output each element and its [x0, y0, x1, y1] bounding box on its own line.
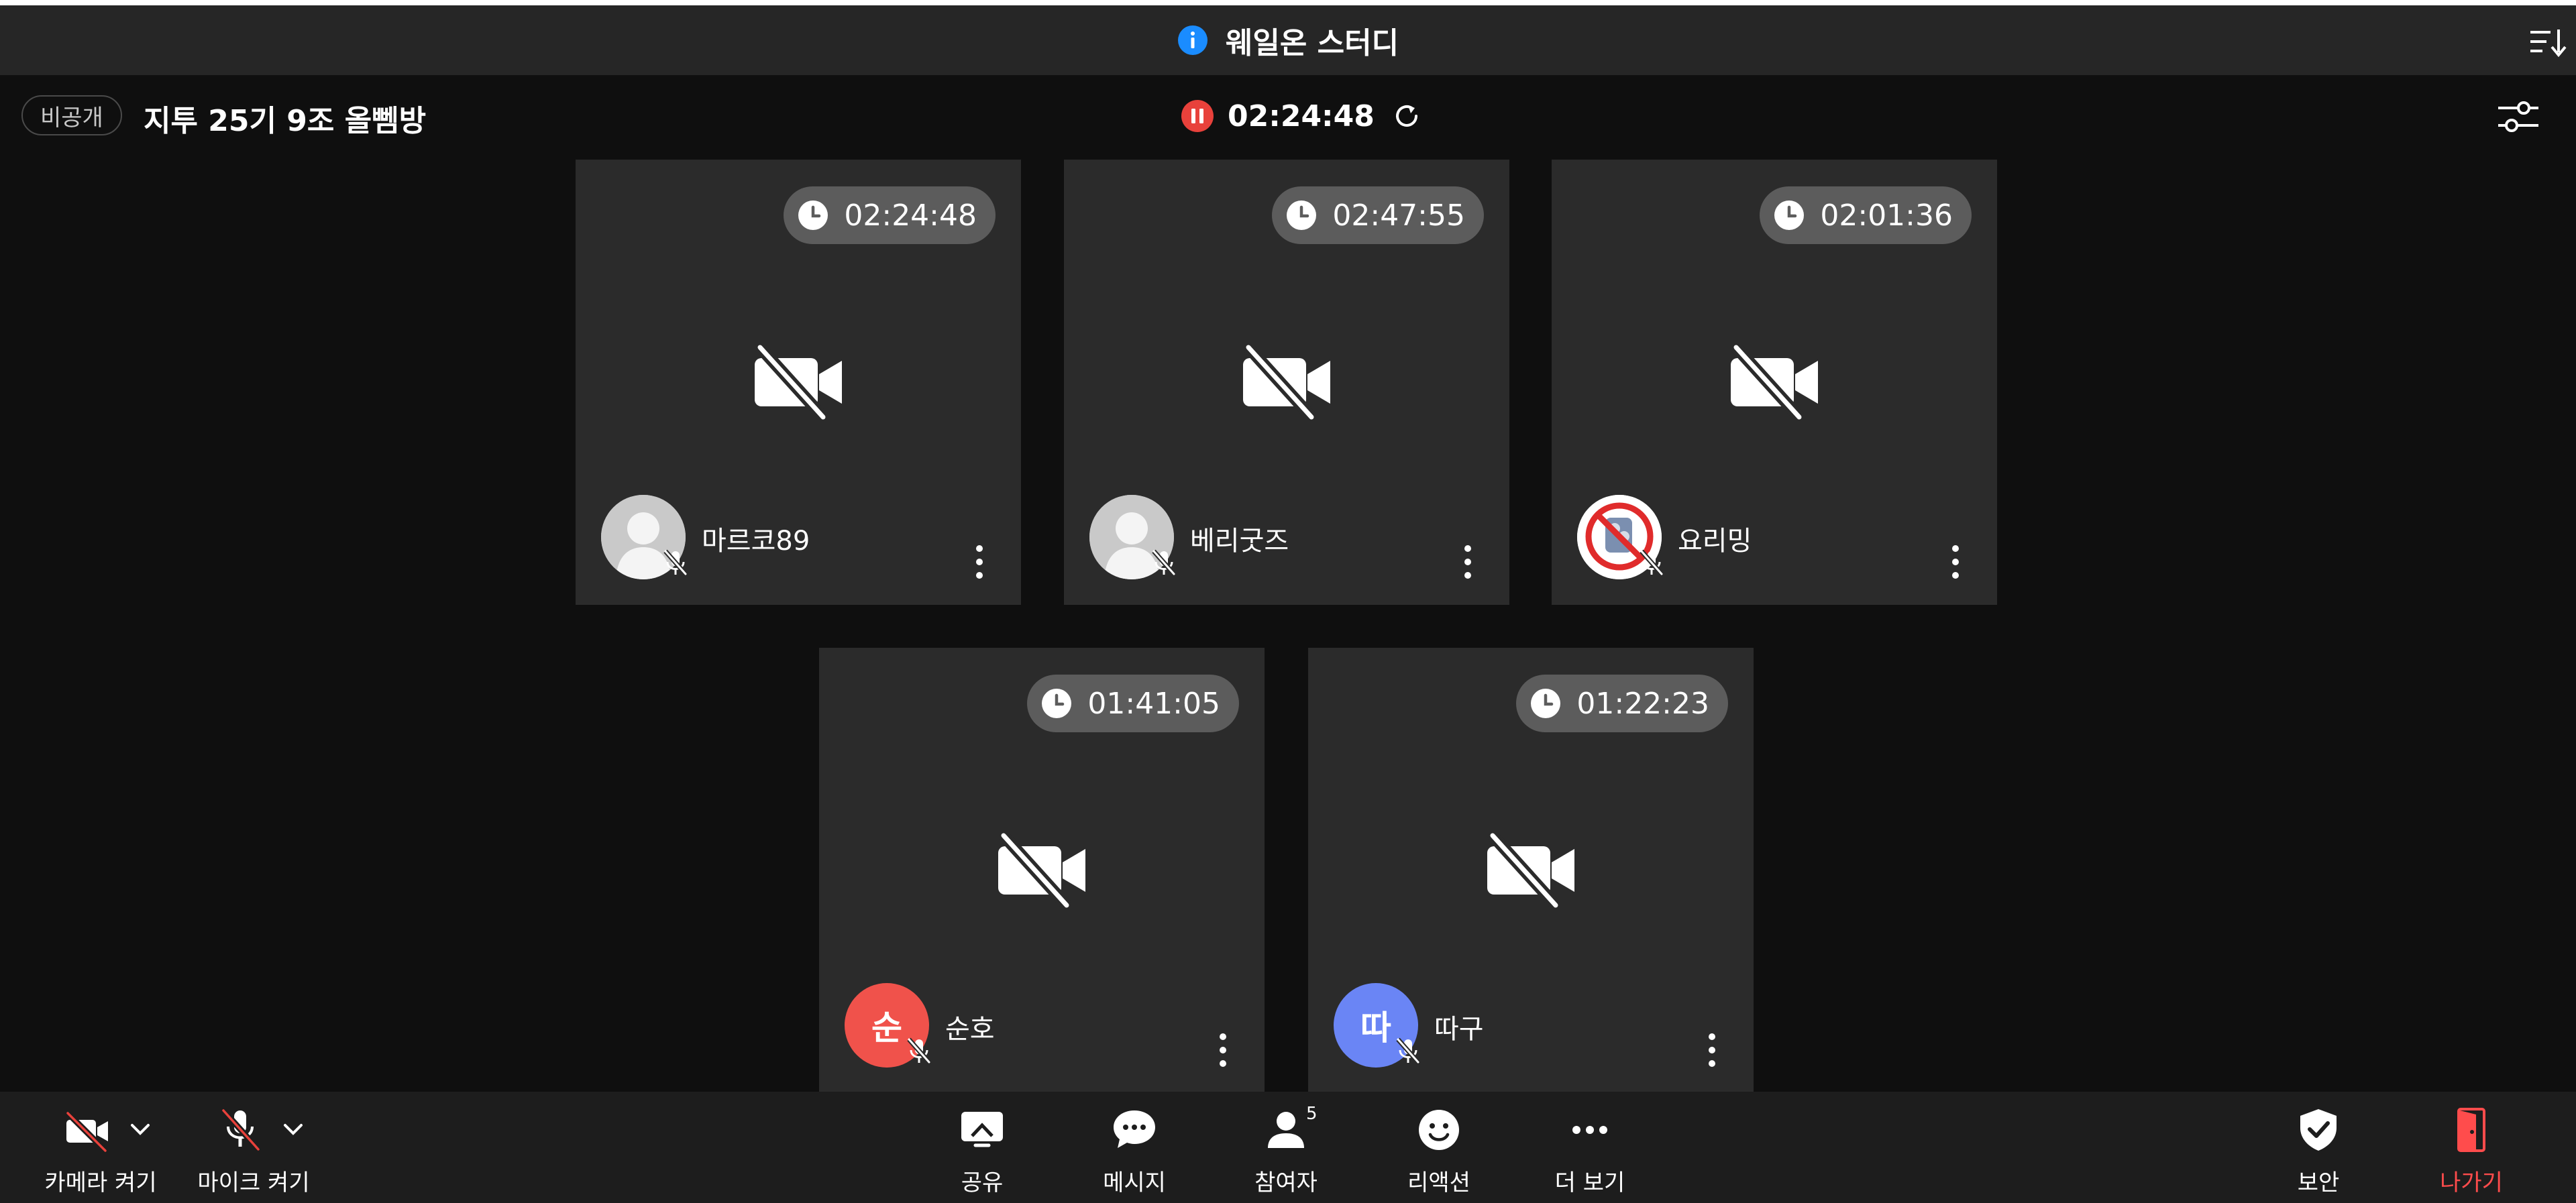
exit-button[interactable]: 나가기 [2398, 1092, 2545, 1203]
camera-off-icon [65, 1110, 108, 1153]
camera-off-icon [1731, 345, 1818, 420]
visibility-badge: 비공개 [21, 95, 122, 135]
participant-name: 베리굿즈 [1190, 526, 1289, 557]
security-button[interactable]: 보안 [2245, 1092, 2392, 1203]
more-horizontal-icon [1572, 1126, 1607, 1134]
study-time: 02:24:48 [844, 198, 977, 233]
window-top-edge [0, 0, 2576, 5]
kebab-icon[interactable] [1704, 1029, 1720, 1072]
chat-bubble-icon [1114, 1110, 1155, 1148]
title-group: 웨일온 스터디 [0, 5, 2576, 75]
info-icon[interactable] [1177, 25, 1208, 56]
person-icon [1268, 1112, 1304, 1148]
camera-toggle-button[interactable]: 카메라 켜기 [27, 1092, 174, 1203]
session-elapsed-time: 02:24:48 [1228, 99, 1375, 133]
study-time-badge: 02:01:36 [1760, 186, 1972, 244]
reaction-button[interactable]: 리액션 [1365, 1092, 1513, 1203]
participants-label: 참여자 [1254, 1169, 1318, 1196]
participant-name: 순호 [945, 1014, 995, 1045]
participants-button[interactable]: 5 참여자 [1212, 1092, 1360, 1203]
clock-icon [798, 200, 828, 230]
mic-off-icon [221, 1108, 261, 1152]
mic-off-icon [907, 1037, 931, 1064]
security-label: 보안 [2297, 1169, 2340, 1196]
participant-name: 요리밍 [1678, 526, 1752, 557]
mic-options-chevron-down-icon[interactable] [282, 1121, 305, 1137]
room-header: 비공개 지투 25기 9조 올뻼방 02:24:48 [0, 75, 2576, 158]
participant-tile[interactable]: 01:41:05 순 순호 [819, 648, 1265, 1093]
share-label: 공유 [961, 1169, 1004, 1196]
camera-off-icon [1487, 833, 1574, 908]
sort-icon[interactable] [2529, 25, 2567, 59]
message-label: 메시지 [1103, 1169, 1166, 1196]
mic-off-icon [1152, 549, 1176, 576]
kebab-icon[interactable] [1947, 540, 1964, 583]
mic-toggle-label: 마이크 켜기 [197, 1169, 310, 1196]
camera-options-chevron-down-icon[interactable] [129, 1121, 152, 1137]
exit-door-icon [2457, 1108, 2485, 1152]
study-time: 01:41:05 [1087, 686, 1220, 721]
kebab-icon[interactable] [1215, 1029, 1231, 1072]
kebab-icon[interactable] [1460, 540, 1476, 583]
room-title: 지투 25기 9조 올뻼방 [144, 104, 427, 138]
pause-icon[interactable] [1181, 99, 1214, 133]
mic-off-icon [1640, 549, 1664, 576]
mic-off-icon [1396, 1037, 1420, 1064]
title-bar: 웨일온 스터디 [0, 5, 2576, 75]
camera-off-icon [1243, 345, 1330, 420]
kebab-icon[interactable] [971, 540, 987, 583]
clock-icon [1774, 200, 1805, 230]
clock-icon [1042, 689, 1072, 718]
more-button[interactable]: 더 보기 [1516, 1092, 1664, 1203]
participant-tile[interactable]: 02:01:36 요리밍 [1552, 160, 1997, 605]
participant-tile[interactable]: 02:24:48 마르코89 [576, 160, 1021, 605]
shield-check-icon [2300, 1109, 2337, 1151]
study-time-badge: 02:47:55 [1272, 186, 1484, 244]
share-screen-icon [961, 1112, 1003, 1147]
exit-label: 나가기 [2440, 1169, 2503, 1196]
mic-toggle-button[interactable]: 마이크 켜기 [180, 1092, 327, 1203]
message-button[interactable]: 메시지 [1061, 1092, 1208, 1203]
session-timer: 02:24:48 [1181, 97, 1421, 135]
camera-off-icon [998, 833, 1085, 908]
clock-icon [1287, 200, 1317, 230]
app-title: 웨일온 스터디 [1225, 26, 1399, 60]
study-time: 02:01:36 [1820, 198, 1953, 233]
camera-toggle-label: 카메라 켜기 [44, 1169, 157, 1196]
bottom-toolbar: 카메라 켜기 마이크 켜기 공유 메시지 5 참여자 리액션 더 보기 보안 나… [0, 1092, 2576, 1203]
clock-icon [1531, 689, 1561, 718]
study-time-badge: 02:24:48 [784, 186, 996, 244]
participant-tile[interactable]: 01:22:23 따 따구 [1308, 648, 1754, 1093]
study-time: 02:47:55 [1332, 198, 1465, 233]
participant-count: 5 [1306, 1104, 1318, 1124]
participant-tile[interactable]: 02:47:55 베리굿즈 [1064, 160, 1509, 605]
refresh-icon[interactable] [1392, 101, 1421, 131]
study-time: 01:22:23 [1576, 686, 1709, 721]
camera-off-icon [755, 345, 842, 420]
study-time-badge: 01:41:05 [1027, 675, 1239, 732]
study-time-badge: 01:22:23 [1516, 675, 1728, 732]
smiley-icon [1419, 1110, 1459, 1150]
settings-icon[interactable] [2497, 98, 2540, 135]
mic-off-icon [663, 549, 688, 576]
participant-name: 마르코89 [702, 526, 810, 557]
participant-name: 따구 [1434, 1014, 1484, 1045]
reaction-label: 리액션 [1407, 1169, 1470, 1196]
more-label: 더 보기 [1554, 1169, 1625, 1196]
share-button[interactable]: 공유 [908, 1092, 1056, 1203]
